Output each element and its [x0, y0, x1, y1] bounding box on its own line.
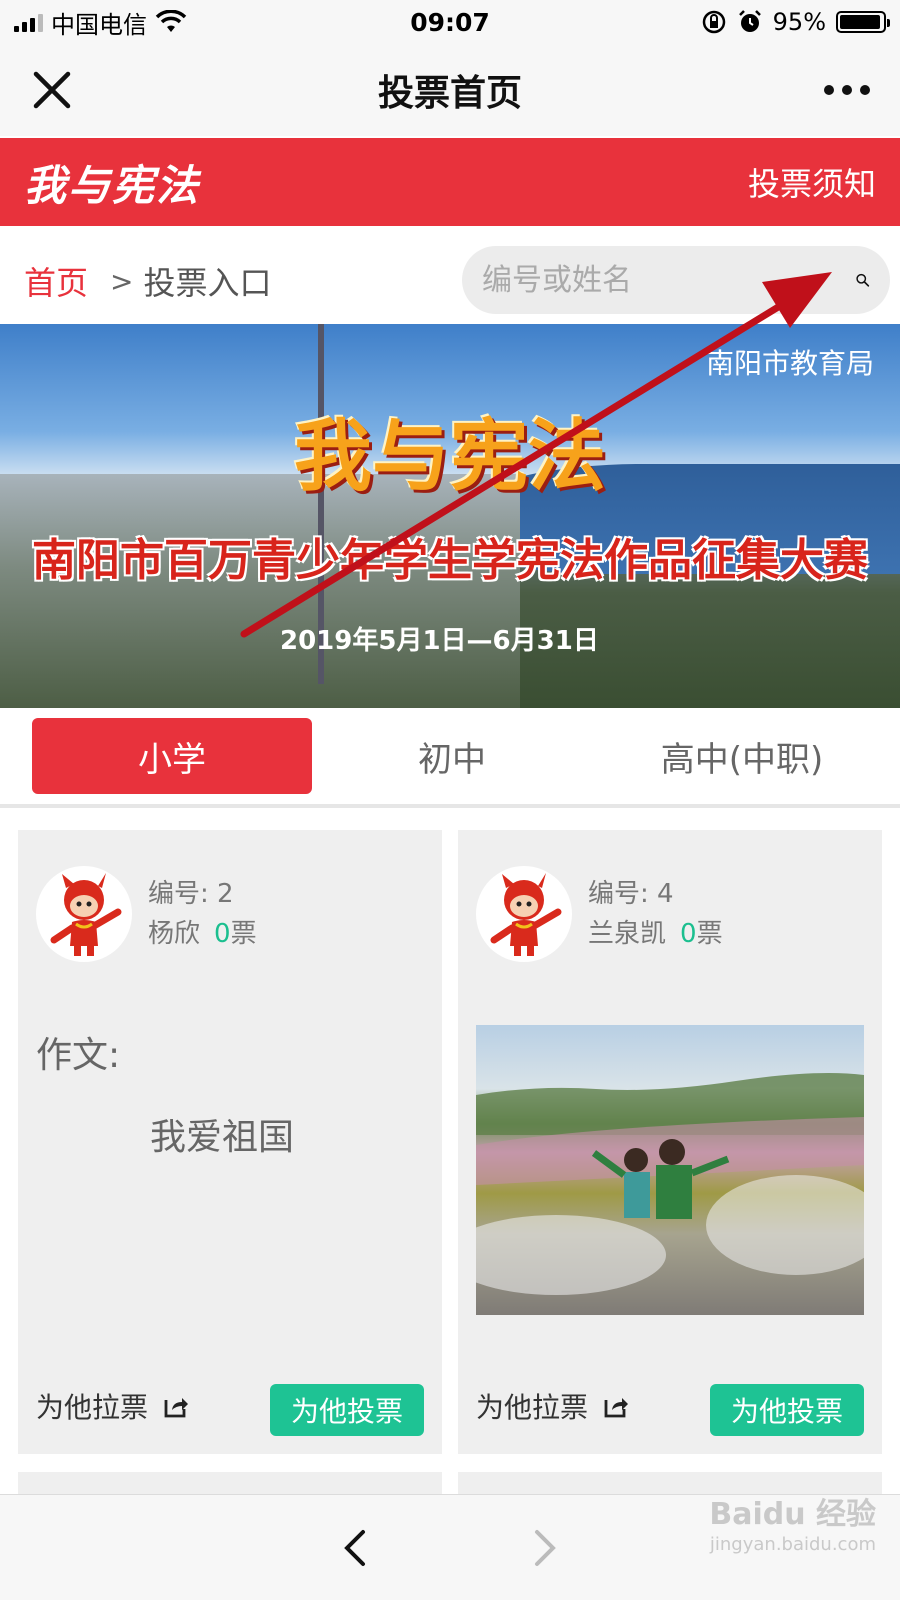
voting-notice-link[interactable]: 投票须知 — [748, 159, 876, 205]
nav-bar: 投票首页 — [0, 44, 900, 136]
work-title[interactable]: 我爱祖国 — [150, 1108, 294, 1160]
search-icon[interactable] — [855, 262, 870, 298]
banner-organizer: 南阳市教育局 — [705, 347, 874, 380]
carrier-label: 中国电信 — [51, 10, 147, 39]
vote-unit: 票 — [230, 919, 257, 949]
entry-name: 杨欣 — [148, 919, 201, 949]
entry-name-line: 兰泉凯 0票 — [588, 914, 723, 954]
chevron-left-icon[interactable] — [335, 1518, 375, 1578]
watermark-brand: Baidu 经验 — [709, 1497, 876, 1532]
mascot-image — [490, 873, 562, 956]
entry-card[interactable]: 编号: 4 兰泉凯 0票 为他拉票 为他投票 — [458, 830, 882, 1454]
entry-grid: 编号: 2 杨欣 0票 作文: 我爱祖国 为他拉票 为他投票 编号: 4 兰泉凯… — [0, 812, 900, 1512]
site-header: 我与宪法 投票须知 — [0, 138, 900, 226]
search-box — [462, 246, 890, 314]
tab-primary-school[interactable]: 小学 — [32, 718, 312, 794]
banner-date: 2019年5月1日—6月31日 — [280, 626, 599, 656]
share-icon — [164, 1398, 189, 1418]
canvass-link[interactable]: 为他拉票 — [476, 1386, 630, 1426]
share-icon — [604, 1398, 629, 1418]
vote-button[interactable]: 为他投票 — [270, 1384, 424, 1436]
battery-percent: 95% — [772, 8, 826, 36]
banner-subtitle: 南阳市百万青少年学生学宪法作品征集大赛 — [32, 535, 868, 586]
breadcrumb: 首页 > 投票入口 — [0, 240, 900, 322]
event-banner[interactable]: 南阳市教育局 我与宪法 南阳市百万青少年学生学宪法作品征集大赛 2019年5月1… — [0, 324, 900, 708]
entry-photo[interactable] — [476, 1025, 864, 1315]
clock: 09:07 — [410, 7, 490, 37]
entry-id: 编号: 2 — [148, 879, 234, 909]
avatar — [36, 866, 132, 962]
category-tabs: 小学 初中 高中(中职) — [0, 708, 900, 808]
banner-title: 我与宪法 — [293, 411, 606, 502]
breadcrumb-current: 投票入口 — [143, 264, 272, 302]
mascot-image — [50, 873, 122, 956]
more-icon[interactable] — [824, 85, 870, 95]
avatar — [476, 866, 572, 962]
entry-name: 兰泉凯 — [588, 919, 667, 949]
orientation-lock-icon — [702, 10, 725, 34]
canvass-link[interactable]: 为他拉票 — [36, 1386, 190, 1426]
chevron-right-icon[interactable] — [525, 1518, 565, 1578]
search-input[interactable] — [482, 262, 855, 298]
vote-unit: 票 — [696, 919, 723, 949]
close-icon[interactable] — [30, 68, 74, 112]
site-logo: 我与宪法 — [24, 160, 201, 210]
tab-senior-high[interactable]: 高中(中职) — [592, 718, 892, 794]
breadcrumb-home-link[interactable]: 首页 — [24, 258, 88, 304]
battery-icon — [836, 11, 890, 33]
tab-junior-high[interactable]: 初中 — [312, 718, 592, 794]
vote-count: 0 — [214, 919, 231, 949]
wifi-icon — [155, 10, 187, 32]
watermark: Baidu 经验 jingyan.baidu.com — [709, 1500, 876, 1560]
vote-count: 0 — [680, 919, 697, 949]
alarm-icon — [738, 10, 761, 32]
canvass-label: 为他拉票 — [36, 1391, 149, 1424]
work-type: 作文: — [36, 1035, 121, 1076]
entry-id: 编号: 4 — [588, 879, 674, 909]
canvass-label: 为他拉票 — [476, 1391, 589, 1424]
watermark-url: jingyan.baidu.com — [709, 1534, 876, 1555]
entry-card[interactable]: 编号: 2 杨欣 0票 作文: 我爱祖国 为他拉票 为他投票 — [18, 830, 442, 1454]
page-title: 投票首页 — [377, 73, 522, 114]
status-bar: 中国电信 09:07 95% — [0, 0, 900, 44]
signal-icon — [14, 12, 43, 32]
breadcrumb-separator: > — [110, 264, 134, 298]
entry-name-line: 杨欣 0票 — [148, 914, 257, 954]
vote-button[interactable]: 为他投票 — [710, 1384, 864, 1436]
